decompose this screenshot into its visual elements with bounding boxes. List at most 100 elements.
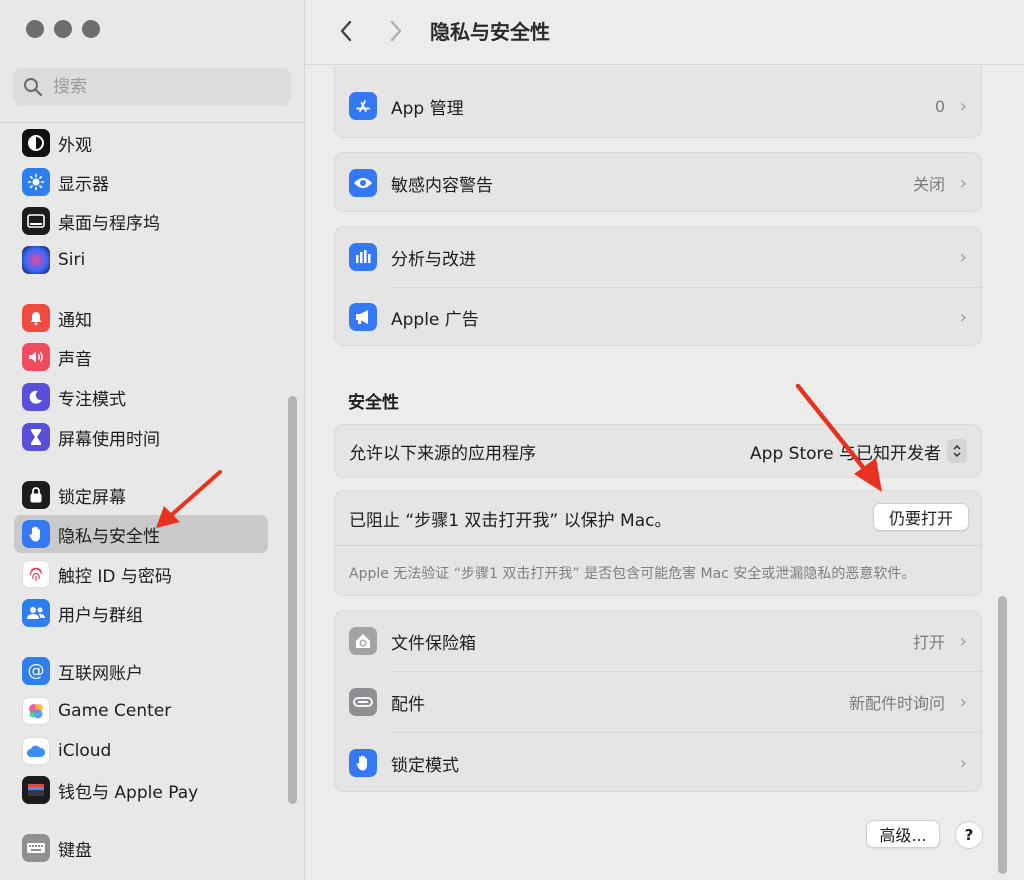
sidebar-item-wallet[interactable]: 钱包与 Apple Pay bbox=[14, 771, 268, 809]
sidebar-item-internet-accounts[interactable]: @ 互联网账户 bbox=[14, 652, 268, 690]
row-label: App 管理 bbox=[391, 98, 464, 119]
allow-apps-popup[interactable]: App Store 与已知开发者 bbox=[750, 439, 967, 464]
sidebar-scrollbar[interactable] bbox=[288, 396, 297, 804]
main-scrollbar[interactable] bbox=[998, 596, 1007, 874]
app-management-group: App 管理 0 › bbox=[334, 66, 982, 138]
hand-icon bbox=[349, 749, 377, 777]
sidebar-item-touch-id[interactable]: 触控 ID 与密码 bbox=[14, 555, 268, 593]
at-icon: @ bbox=[22, 657, 50, 685]
chevron-right-icon: › bbox=[959, 630, 967, 652]
siri-icon bbox=[22, 246, 50, 274]
users-icon bbox=[22, 599, 50, 627]
sidebar-item-sound[interactable]: 声音 bbox=[14, 338, 268, 376]
allow-apps-row: 允许以下来源的应用程序 App Store 与已知开发者 bbox=[335, 425, 981, 477]
security-section-title: 安全性 bbox=[348, 393, 399, 413]
sidebar-item-label: 互联网账户 bbox=[58, 663, 143, 684]
sidebar-item-label: 专注模式 bbox=[58, 389, 126, 410]
row-label: 敏感内容警告 bbox=[391, 175, 493, 196]
updown-chevron-icon bbox=[947, 439, 967, 463]
sidebar-item-label: 外观 bbox=[58, 135, 92, 156]
wallet-icon bbox=[22, 776, 50, 804]
blocked-app-group: 已阻止 “步骤1 双击打开我” 以保护 Mac。 仍要打开 Apple 无法验证… bbox=[334, 490, 982, 596]
game-center-icon bbox=[22, 697, 50, 725]
sidebar-item-label: 触控 ID 与密码 bbox=[58, 566, 172, 587]
sound-icon bbox=[22, 343, 50, 371]
filevault-house-icon bbox=[349, 627, 377, 655]
sidebar-item-label: 声音 bbox=[58, 349, 92, 370]
appearance-icon bbox=[22, 129, 50, 157]
help-button[interactable]: ? bbox=[955, 821, 983, 849]
row-value: 新配件时询问 bbox=[848, 694, 945, 713]
chevron-right-icon: › bbox=[959, 306, 967, 328]
sidebar-item-label: Siri bbox=[58, 250, 86, 270]
filevault-row[interactable]: 文件保险箱 打开 › bbox=[335, 611, 981, 671]
sidebar-item-label: iCloud bbox=[58, 741, 112, 761]
hand-icon bbox=[22, 520, 50, 548]
search-icon bbox=[24, 78, 43, 97]
row-label: 配件 bbox=[391, 694, 425, 715]
accessories-row[interactable]: 配件 新配件时询问 › bbox=[335, 672, 981, 732]
protection-group: 文件保险箱 打开 › 配件 新配件时询问 › 锁定模式 › bbox=[334, 610, 982, 792]
sidebar-item-keyboard[interactable]: 键盘 bbox=[14, 829, 268, 867]
sidebar-item-label: 隐私与安全性 bbox=[58, 526, 160, 547]
row-label: Apple 广告 bbox=[391, 309, 479, 330]
analytics-icon bbox=[349, 243, 377, 271]
row-label: 文件保险箱 bbox=[391, 633, 476, 654]
sidebar-item-focus[interactable]: 专注模式 bbox=[14, 378, 268, 416]
close-window-button[interactable] bbox=[26, 20, 44, 38]
sidebar-item-icloud[interactable]: iCloud bbox=[14, 732, 268, 770]
sidebar-item-appearance[interactable]: 外观 bbox=[14, 124, 268, 162]
sidebar-item-label: 锁定屏幕 bbox=[58, 487, 126, 508]
sidebar-item-screen-time[interactable]: 屏幕使用时间 bbox=[14, 418, 268, 456]
sidebar-item-desktop-dock[interactable]: 桌面与程序坞 bbox=[14, 202, 268, 240]
sidebar-item-game-center[interactable]: Game Center bbox=[14, 692, 268, 730]
open-anyway-button[interactable]: 仍要打开 bbox=[873, 503, 969, 531]
chevron-right-icon: › bbox=[959, 691, 967, 713]
sidebar-item-lock-screen[interactable]: 锁定屏幕 bbox=[14, 476, 268, 514]
analytics-row[interactable]: 分析与改进 › bbox=[335, 227, 981, 287]
main-pane: 隐私与安全性 App 管理 0 › 敏感内容警告 关闭 › 分析与改进 › Ap… bbox=[305, 0, 1024, 880]
zoom-window-button[interactable] bbox=[82, 20, 100, 38]
chevron-right-icon: › bbox=[959, 246, 967, 268]
sidebar-item-label: 钱包与 Apple Pay bbox=[58, 782, 199, 803]
sidebar-item-label: 屏幕使用时间 bbox=[58, 429, 160, 450]
chevron-right-icon bbox=[390, 20, 402, 42]
chevron-right-icon: › bbox=[959, 752, 967, 774]
sidebar-item-display[interactable]: 显示器 bbox=[14, 163, 268, 201]
lockdown-row[interactable]: 锁定模式 › bbox=[335, 733, 981, 793]
blocked-app-description: Apple 无法验证 “步骤1 双击打开我” 是否包含可能危害 Mac 安全或泄… bbox=[349, 566, 916, 582]
row-label: 锁定模式 bbox=[391, 755, 459, 776]
page-title: 隐私与安全性 bbox=[430, 20, 550, 44]
advanced-button[interactable]: 高级... bbox=[866, 820, 940, 848]
sidebar-item-siri[interactable]: Siri bbox=[14, 241, 268, 279]
analytics-ads-group: 分析与改进 › Apple 广告 › bbox=[334, 226, 982, 346]
sidebar-search[interactable] bbox=[13, 68, 291, 106]
row-label: 分析与改进 bbox=[391, 249, 476, 270]
sensitive-content-group: 敏感内容警告 关闭 › bbox=[334, 152, 982, 212]
keyboard-icon bbox=[22, 834, 50, 862]
row-separator bbox=[335, 545, 981, 546]
eye-warning-icon bbox=[349, 169, 377, 197]
app-management-row[interactable]: App 管理 0 › bbox=[335, 76, 981, 136]
sidebar-item-label: Game Center bbox=[58, 701, 172, 721]
apple-ads-row[interactable]: Apple 广告 › bbox=[335, 287, 981, 347]
app-store-icon bbox=[349, 92, 377, 120]
sidebar-item-users-groups[interactable]: 用户与群组 bbox=[14, 594, 268, 632]
forward-button[interactable] bbox=[381, 16, 411, 46]
back-button[interactable] bbox=[331, 16, 361, 46]
accessory-port-icon bbox=[349, 688, 377, 716]
sidebar-item-notifications[interactable]: 通知 bbox=[14, 299, 268, 337]
fingerprint-icon bbox=[22, 560, 50, 588]
row-value: 关闭 bbox=[912, 175, 945, 194]
minimize-window-button[interactable] bbox=[54, 20, 72, 38]
sensitive-content-row[interactable]: 敏感内容警告 关闭 › bbox=[335, 153, 981, 213]
sidebar-item-label: 通知 bbox=[58, 310, 92, 331]
row-value: 打开 bbox=[912, 633, 945, 652]
notification-icon bbox=[22, 304, 50, 332]
sidebar-item-privacy-security[interactable]: 隐私与安全性 bbox=[14, 515, 268, 553]
sidebar-item-label: 键盘 bbox=[58, 840, 92, 861]
search-input[interactable] bbox=[51, 76, 275, 98]
screen-time-icon bbox=[22, 423, 50, 451]
chevron-right-icon: › bbox=[959, 95, 967, 117]
display-icon bbox=[22, 168, 50, 196]
